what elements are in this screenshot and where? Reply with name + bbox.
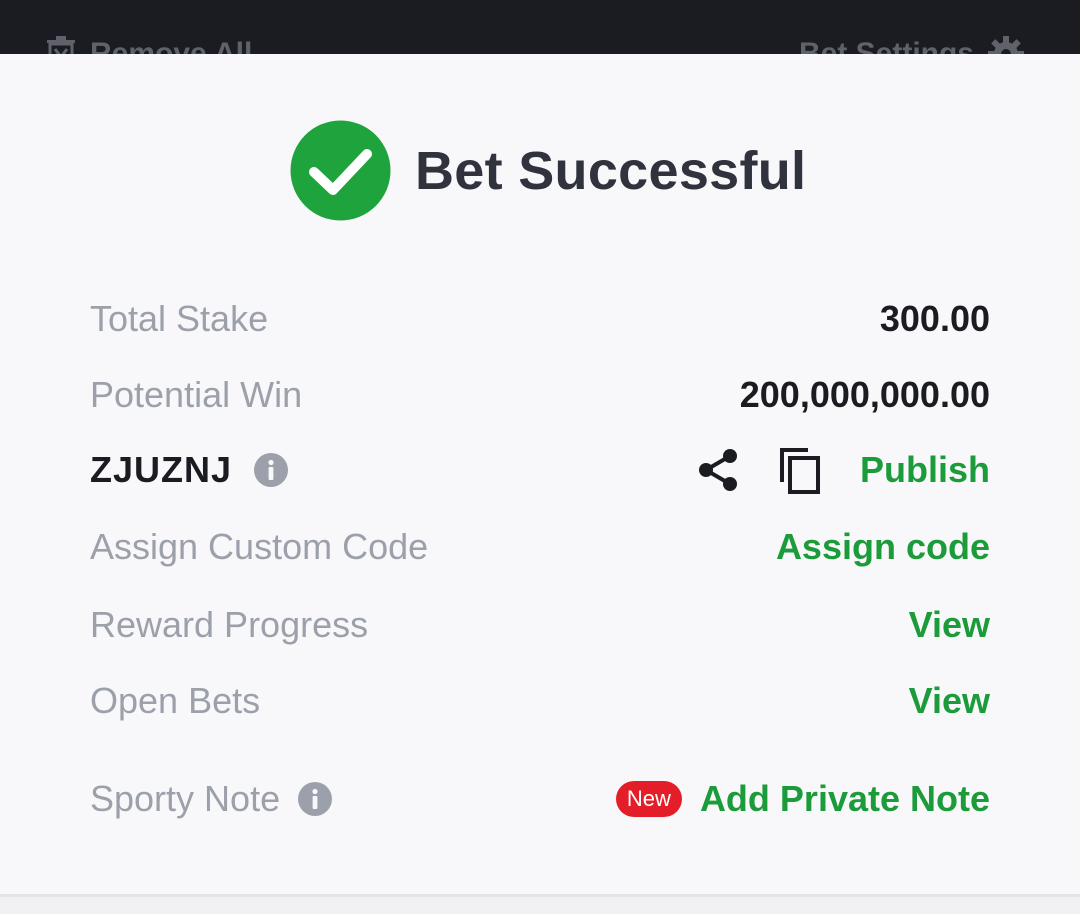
custom-code-row: Assign Custom Code Assign code [90,522,990,572]
publish-button[interactable]: Publish [860,449,990,491]
success-header: Bet Successful [290,120,806,221]
potential-win-value: 200,000,000.00 [739,374,990,415]
reward-progress-label: Reward Progress [90,604,369,645]
info-icon[interactable] [298,782,333,816]
bet-settings-label: Bet Settings [798,37,974,54]
sporty-note-label: Sporty Note [90,778,281,819]
booking-code-group: ZJUZNJ [90,449,289,491]
bottom-strip [0,897,1080,914]
assign-code-button[interactable]: Assign code [776,526,990,568]
sporty-note-group: Sporty Note [90,778,333,820]
custom-code-label: Assign Custom Code [90,526,429,567]
potential-win-label: Potential Win [90,374,303,415]
bet-settings-button[interactable]: Bet Settings [799,34,1026,54]
open-bets-row: Open Bets View [90,676,990,726]
new-badge: New [615,781,682,817]
booking-code: ZJUZNJ [90,449,233,490]
info-icon[interactable] [254,453,289,487]
total-stake-label: Total Stake [90,298,269,339]
open-bets-label: Open Bets [90,680,261,721]
bet-success-panel: Bet Successful Total Stake 300.00 Potent… [0,54,1080,896]
booking-actions: Publish [698,446,990,494]
remove-all-button[interactable]: Remove All [44,34,252,54]
sporty-note-row: Sporty Note New Add Private Note [90,774,990,824]
copy-icon[interactable] [778,446,822,494]
total-stake-value: 300.00 [879,298,990,339]
share-icon[interactable] [698,448,738,492]
success-title: Bet Successful [415,140,807,201]
check-circle-icon [290,120,391,221]
potential-win-row: Potential Win 200,000,000.00 [90,370,990,420]
gear-icon [986,34,1026,54]
top-bar: Remove All Bet Settings [0,0,1080,54]
add-private-note-button[interactable]: Add Private Note [700,778,990,820]
remove-all-label: Remove All [90,37,253,54]
booking-code-row: ZJUZNJ Publish [90,445,990,495]
reward-progress-row: Reward Progress View [90,600,990,650]
sporty-note-actions: New Add Private Note [615,778,990,820]
trash-icon [44,34,78,54]
reward-progress-view-link[interactable]: View [909,604,990,646]
total-stake-row: Total Stake 300.00 [90,294,990,344]
open-bets-view-link[interactable]: View [909,680,990,722]
